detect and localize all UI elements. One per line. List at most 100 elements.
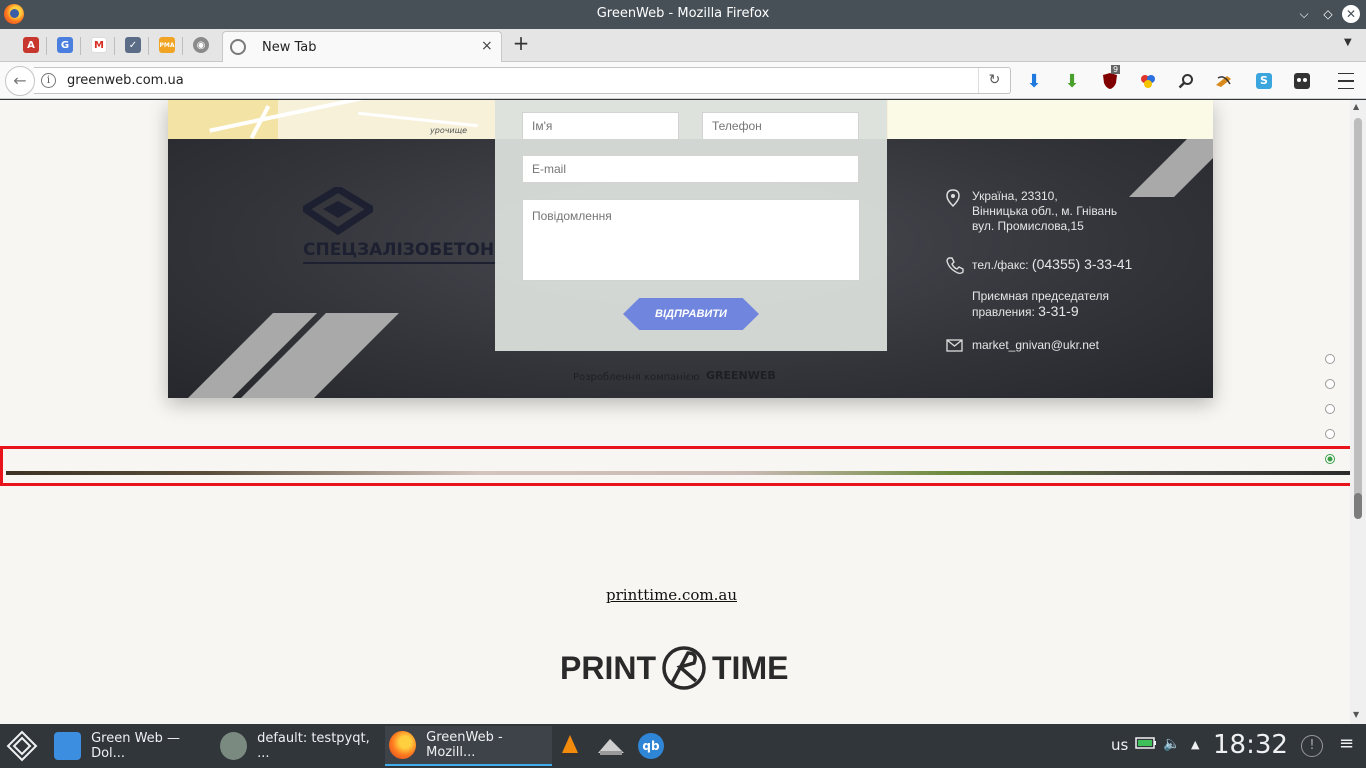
send-button[interactable]: ВІДПРАВИТИ — [623, 298, 759, 330]
tab-list-button[interactable]: ▼ — [1344, 37, 1352, 48]
globe-icon: ◉ — [193, 37, 209, 53]
task-testpyqt[interactable]: default: testpyqt, ... — [220, 726, 382, 766]
page-scrollbar[interactable]: ▲ ▼ — [1350, 100, 1366, 724]
tools-icon[interactable] — [1213, 70, 1235, 92]
qbittorrent-launcher[interactable]: qb — [638, 726, 666, 766]
highlighted-banner-strip — [0, 446, 1366, 486]
navigation-toolbar: i greenweb.com.ua ↻ ← ⬇ ⬇ 9 S — [0, 62, 1366, 99]
page-content: урочище СПЕЦЗАЛІЗОБЕТОН Розроблення комп… — [0, 100, 1350, 724]
extension-icon[interactable] — [1291, 70, 1313, 92]
notifications-icon[interactable]: ! — [1301, 735, 1323, 757]
pinned-tab-mail[interactable]: ✓ — [120, 34, 146, 56]
search-icon[interactable] — [1175, 70, 1197, 92]
task-label: GreenWeb - Mozill... — [426, 730, 503, 760]
message-field[interactable] — [522, 199, 860, 281]
company-logo: СПЕЦЗАЛІЗОБЕТОН — [303, 187, 503, 269]
contact-section: урочище СПЕЦЗАЛІЗОБЕТОН Розроблення комп… — [168, 100, 1213, 398]
name-field[interactable] — [522, 112, 679, 140]
volume-icon[interactable]: 🔈 — [1163, 736, 1180, 752]
reload-button[interactable]: ↻ — [978, 68, 1010, 93]
phone-field[interactable] — [702, 112, 859, 140]
envelope-icon — [946, 339, 963, 355]
scroll-up-icon[interactable]: ▲ — [1353, 102, 1359, 111]
contact-reception: Приємная председателя правления: 3-31-9 — [972, 289, 1109, 320]
downloads-icon[interactable]: ⬇ — [1023, 70, 1045, 92]
task-firefox[interactable]: GreenWeb - Mozill... — [385, 726, 552, 766]
download-helper-icon[interactable]: ⬇ — [1061, 70, 1083, 92]
qbittorrent-icon: qb — [638, 733, 664, 759]
tab-separator — [182, 37, 183, 55]
ublock-icon[interactable]: 9 — [1099, 65, 1121, 92]
task-dolphin[interactable]: Green Web — Dol... — [52, 726, 214, 766]
translate-icon: G — [57, 37, 73, 53]
reception-line: Приємная председателя — [972, 289, 1110, 303]
close-window-button[interactable]: ✕ — [1342, 5, 1360, 23]
maximize-button[interactable]: ◇ — [1319, 5, 1337, 23]
tab-separator — [148, 37, 149, 55]
map-label: урочище — [430, 126, 468, 135]
pinned-tab-globe[interactable]: ◉ — [188, 34, 214, 56]
logo-underline — [303, 262, 503, 264]
greenweb-credit-logo[interactable]: GREENWEB — [706, 369, 776, 382]
taskbar: Green Web — Dol... default: testpyqt, ..… — [0, 724, 1366, 768]
minimize-button[interactable]: ⌵ — [1295, 5, 1313, 23]
globe-icon — [230, 39, 246, 55]
vlc-launcher[interactable] — [558, 726, 586, 766]
decor-stripe — [1129, 139, 1213, 197]
tab-separator — [114, 37, 115, 55]
phpmyadmin-icon: PMA — [159, 37, 175, 53]
screenshot-tool-launcher[interactable] — [596, 726, 628, 766]
pinned-tab-gmail[interactable]: M — [86, 34, 112, 56]
hamburger-menu-icon[interactable] — [1335, 70, 1357, 92]
pinned-tab-abp[interactable]: A — [18, 34, 44, 56]
new-tab-button[interactable]: + — [510, 33, 532, 55]
tab-label: New Tab — [262, 40, 317, 55]
section-nav-dot[interactable] — [1325, 379, 1335, 389]
banner-image[interactable] — [6, 471, 1354, 475]
contact-address: Україна, 23310, Вінницька обл., м. Гніва… — [946, 189, 1117, 234]
application-launcher-icon[interactable] — [6, 730, 38, 762]
tab-new-tab[interactable]: New Tab × — [222, 31, 502, 63]
close-tab-button[interactable]: × — [481, 38, 493, 54]
scrollbar-thumb[interactable] — [1354, 493, 1362, 519]
task-label: Green Web — Dol... — [91, 731, 181, 761]
address-line: Україна, 23310, — [972, 189, 1058, 203]
reception-label: правления: — [972, 305, 1035, 319]
panel-menu-icon[interactable]: ≡ — [1339, 733, 1354, 754]
printtime-logo[interactable]: PRINT TIME — [560, 645, 788, 691]
tab-separator — [80, 37, 81, 55]
credit-text: Розроблення компанією — [573, 372, 700, 383]
email-field[interactable] — [522, 155, 859, 183]
back-button[interactable]: ← — [5, 66, 35, 96]
url-text[interactable]: greenweb.com.ua — [67, 73, 184, 88]
skype-icon[interactable]: S — [1253, 70, 1275, 92]
phone-number: (04355) 3-33-41 — [1031, 256, 1133, 272]
company-logo-text: СПЕЦЗАЛІЗОБЕТОН — [303, 240, 495, 260]
site-info-icon[interactable]: i — [41, 73, 56, 88]
section-nav-dot[interactable] — [1325, 404, 1335, 414]
contact-form: ВІДПРАВИТИ — [495, 100, 887, 351]
printtime-logo-left: PRINT — [560, 649, 656, 686]
phone-icon — [946, 257, 964, 278]
section-nav-dot[interactable] — [1325, 354, 1335, 364]
pinned-tab-pma[interactable]: PMA — [154, 34, 180, 56]
battery-icon[interactable] — [1135, 736, 1157, 754]
email-link[interactable]: market_gnivan@ukr.net — [972, 338, 1099, 352]
color-picker-icon[interactable] — [1137, 70, 1159, 92]
window-title: GreenWeb - Mozilla Firefox — [596, 6, 770, 21]
keyboard-layout[interactable]: us — [1111, 736, 1128, 754]
map-area — [888, 100, 1213, 139]
contact-email: market_gnivan@ukr.net — [946, 338, 1099, 353]
mail-check-icon: ✓ — [125, 37, 141, 53]
gmail-icon: M — [91, 37, 107, 53]
clock[interactable]: 18:32 — [1213, 730, 1288, 760]
scroll-down-icon[interactable]: ▼ — [1353, 710, 1359, 719]
section-nav-dot[interactable] — [1325, 429, 1335, 439]
window-titlebar: GreenWeb - Mozilla Firefox ⌵ ◇ ✕ — [0, 0, 1366, 29]
printtime-link[interactable]: printtime.com.au — [606, 586, 737, 604]
pinned-tab-translate[interactable]: G — [52, 34, 78, 56]
tray-expand-icon[interactable]: ▲ — [1191, 738, 1199, 751]
url-bar[interactable]: i greenweb.com.ua ↻ — [34, 67, 1011, 94]
adblock-icon: A — [23, 37, 39, 53]
phone-label: тел./факс: — [972, 258, 1029, 272]
